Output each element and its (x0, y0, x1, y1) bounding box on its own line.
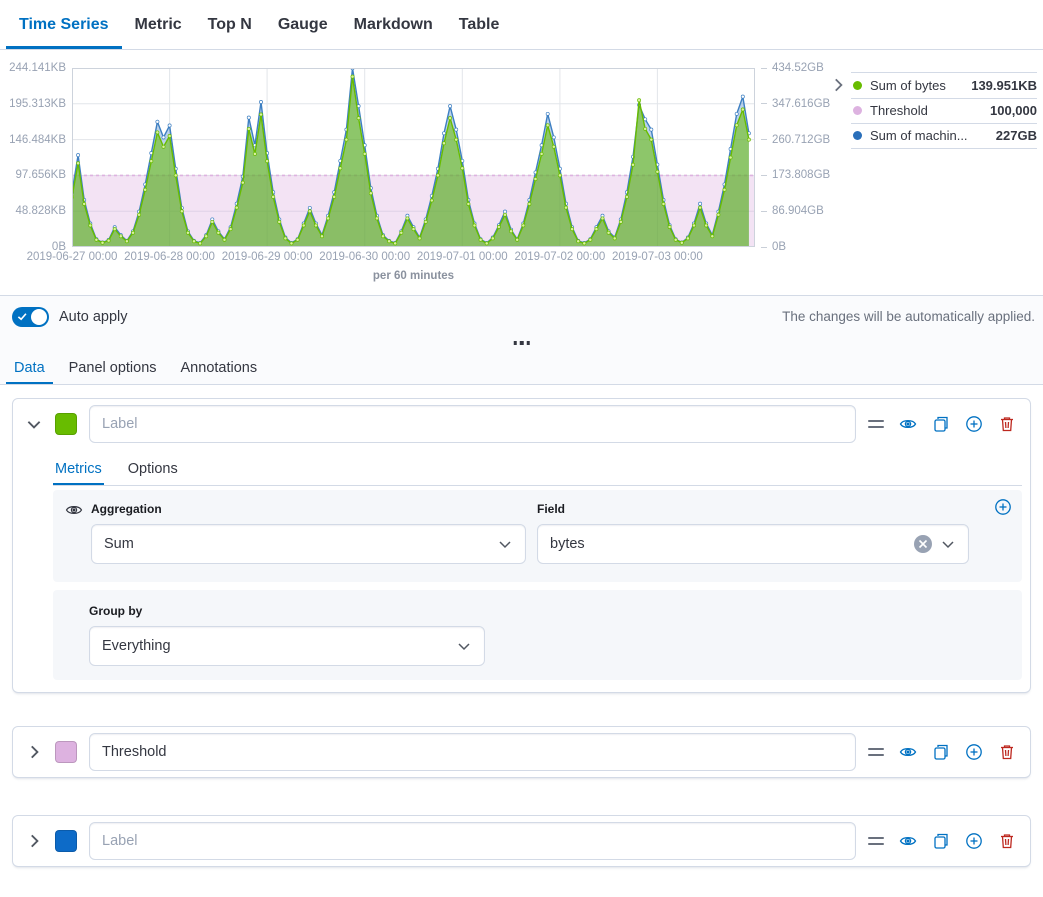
visualization-type-tabs: Time Series Metric Top N Gauge Markdown … (0, 0, 1043, 50)
clone-series-icon[interactable] (932, 832, 950, 850)
expand-series-icon[interactable] (25, 743, 43, 761)
chart-plot-area[interactable]: 2019-06-27 00:002019-06-28 00:002019-06-… (72, 68, 755, 295)
tab-annotations[interactable]: Annotations (173, 352, 266, 384)
series-color-swatch[interactable] (55, 830, 77, 852)
chevron-down-icon (940, 536, 956, 552)
editor-controls: Auto apply The changes will be automatic… (0, 296, 1043, 385)
series-panel-3 (12, 815, 1031, 867)
add-series-icon[interactable] (965, 743, 983, 761)
right-y-axis: 434.52GB347.616GB260.712GB173.808GB86.90… (755, 68, 827, 247)
tab-top-n[interactable]: Top N (195, 0, 265, 49)
toggle-knob (31, 309, 47, 325)
chart-legend: Sum of bytes 139.951KB Threshold 100,000… (851, 72, 1037, 295)
legend-item-threshold[interactable]: Threshold 100,000 (851, 98, 1037, 124)
tab-table[interactable]: Table (446, 0, 513, 49)
toggle-series-visibility-eye-icon[interactable] (899, 743, 917, 761)
legend-collapse-icon[interactable] (827, 74, 849, 96)
clone-series-icon[interactable] (932, 743, 950, 761)
field-combobox[interactable]: bytes (537, 524, 969, 564)
chevron-down-icon (456, 638, 472, 654)
left-y-axis: 244.141KB195.313KB146.484KB97.656KB48.82… (0, 68, 72, 247)
expand-series-icon[interactable] (25, 832, 43, 850)
tab-panel-options[interactable]: Panel options (61, 352, 165, 384)
legend-dot-blue (853, 131, 862, 140)
aggregation-label: Aggregation (91, 502, 526, 516)
drag-handle-icon[interactable] (868, 837, 884, 845)
add-metric-icon[interactable] (994, 498, 1012, 516)
delete-series-trash-icon[interactable] (998, 743, 1016, 761)
add-series-icon[interactable] (965, 415, 983, 433)
toggle-series-visibility-eye-icon[interactable] (899, 832, 917, 850)
tab-options[interactable]: Options (126, 455, 180, 485)
auto-apply-toggle[interactable] (12, 307, 49, 327)
add-series-icon[interactable] (965, 832, 983, 850)
tab-data[interactable]: Data (6, 352, 53, 384)
series-inner-tabs: Metrics Options (53, 455, 1022, 486)
editor-tabs: Data Panel options Annotations (0, 352, 1043, 385)
series-panel-2 (12, 726, 1031, 778)
group-by-select[interactable]: Everything (89, 626, 485, 666)
collapse-series-icon[interactable] (25, 415, 43, 433)
group-by-label: Group by (89, 604, 1010, 618)
delete-series-trash-icon[interactable] (998, 415, 1016, 433)
field-label: Field (537, 502, 969, 516)
metric-eye-icon (65, 501, 83, 519)
legend-item-sum-of-bytes[interactable]: Sum of bytes 139.951KB (851, 72, 1037, 98)
tab-metric[interactable]: Metric (122, 0, 195, 49)
legend-dot-green (853, 81, 862, 90)
panel-resize-handle[interactable] (509, 337, 534, 349)
tab-metrics[interactable]: Metrics (53, 455, 104, 485)
auto-apply-label: Auto apply (59, 309, 128, 325)
timeseries-chart: 244.141KB195.313KB146.484KB97.656KB48.82… (0, 50, 1043, 296)
x-axis-labels: 2019-06-27 00:002019-06-28 00:002019-06-… (72, 251, 755, 267)
tab-gauge[interactable]: Gauge (265, 0, 341, 49)
tab-time-series[interactable]: Time Series (6, 0, 122, 49)
clone-series-icon[interactable] (932, 415, 950, 433)
series-panel-1: Metrics Options Aggregation Sum Field by… (12, 398, 1031, 693)
tab-markdown[interactable]: Markdown (341, 0, 446, 49)
series-color-swatch[interactable] (55, 413, 77, 435)
auto-apply-helper-text: The changes will be automatically applie… (782, 309, 1035, 324)
drag-handle-icon[interactable] (868, 748, 884, 756)
series-label-input[interactable] (89, 822, 856, 860)
legend-dot-lavender (853, 106, 862, 115)
clear-field-icon[interactable] (914, 535, 932, 553)
x-axis-title: per 60 minutes (72, 270, 755, 282)
aggregation-select[interactable]: Sum (91, 524, 526, 564)
series-color-swatch[interactable] (55, 741, 77, 763)
chevron-down-icon (497, 536, 513, 552)
drag-handle-icon[interactable] (868, 420, 884, 428)
delete-series-trash-icon[interactable] (998, 832, 1016, 850)
toggle-series-visibility-eye-icon[interactable] (899, 415, 917, 433)
series-label-input[interactable] (89, 405, 856, 443)
series-label-input[interactable] (89, 733, 856, 771)
legend-item-sum-of-machine-ram[interactable]: Sum of machin... 227GB (851, 123, 1037, 149)
group-by-box: Group by Everything (53, 590, 1022, 680)
aggregation-box: Aggregation Sum Field bytes (53, 490, 1022, 582)
